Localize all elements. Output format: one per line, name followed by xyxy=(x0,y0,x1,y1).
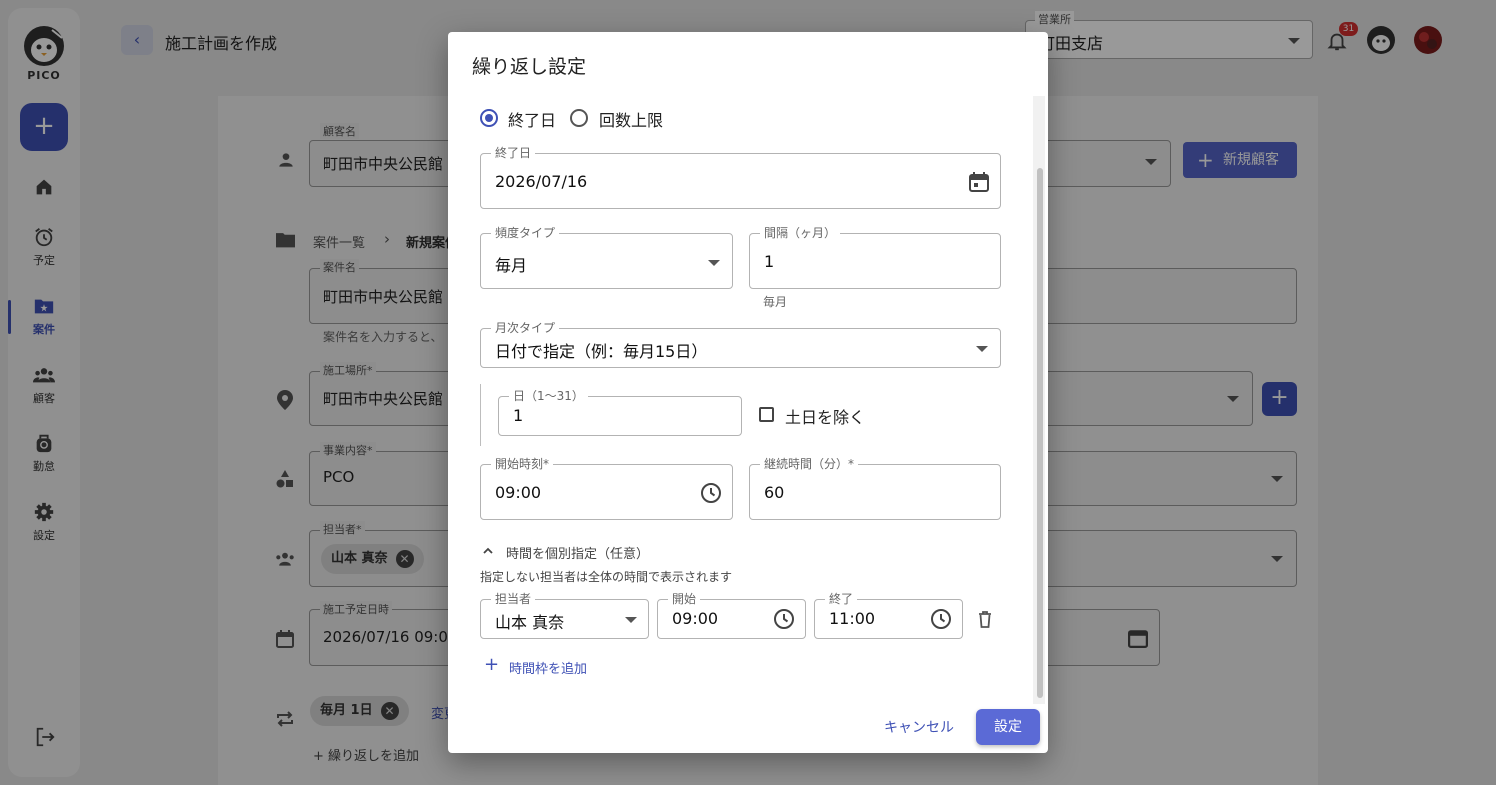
calendar-icon[interactable] xyxy=(967,170,991,194)
end-date-value: 2026/07/16 xyxy=(495,172,588,191)
clock-icon[interactable] xyxy=(699,481,723,505)
slot-start-label: 開始 xyxy=(668,592,701,606)
plus-icon: + xyxy=(484,654,500,675)
slot-assignee-select[interactable]: 担当者 山本 真奈 xyxy=(480,592,649,639)
individual-time-note: 指定しない担当者は全体の時間で表示されます xyxy=(480,570,733,584)
exclude-weekends-label: 土日を除く xyxy=(785,408,866,427)
add-slot-button[interactable]: 時間枠を追加 xyxy=(509,658,587,677)
chevron-down-icon xyxy=(708,260,720,266)
frequency-select[interactable]: 頻度タイプ 毎月 xyxy=(480,226,733,289)
chevron-down-icon xyxy=(976,346,988,352)
frequency-label: 頻度タイプ xyxy=(491,226,560,240)
frequency-value: 毎月 xyxy=(495,256,528,275)
slot-start-value: 09:00 xyxy=(672,609,719,628)
indent-divider xyxy=(480,384,481,446)
chevron-down-icon xyxy=(625,617,637,623)
end-date-radio[interactable] xyxy=(480,109,498,127)
interval-field[interactable]: 間隔（ヶ月） 1 xyxy=(749,226,1001,289)
confirm-button[interactable]: 設定 xyxy=(976,709,1040,745)
end-date-field[interactable]: 終了日 2026/07/16 xyxy=(480,146,1001,209)
slot-assignee-label: 担当者 xyxy=(491,592,536,606)
duration-label: 継続時間（分）* xyxy=(760,457,859,471)
day-value: 1 xyxy=(513,406,524,425)
start-time-label: 開始時刻* xyxy=(491,457,554,471)
slot-assignee-value: 山本 真奈 xyxy=(495,613,565,632)
recurrence-dialog: 繰り返し設定 終了日 回数上限 終了日 2026/07/16 頻度タイプ 毎月 … xyxy=(448,32,1048,753)
count-limit-radio-label: 回数上限 xyxy=(599,111,664,130)
duration-value: 60 xyxy=(764,483,785,502)
monthly-type-value: 日付で指定（例：毎月15日） xyxy=(495,342,708,361)
cancel-button[interactable]: キャンセル xyxy=(884,717,954,737)
day-label: 日（1〜31） xyxy=(509,389,588,403)
slot-start-field[interactable]: 開始 09:00 xyxy=(657,592,806,639)
monthly-type-label: 月次タイプ xyxy=(491,321,560,335)
interval-helper: 毎月 xyxy=(763,295,788,309)
start-time-value: 09:00 xyxy=(495,483,542,502)
slot-end-field[interactable]: 終了 11:00 xyxy=(814,592,963,639)
day-field[interactable]: 日（1〜31） 1 xyxy=(498,389,742,436)
interval-label: 間隔（ヶ月） xyxy=(760,226,841,240)
chevron-up-icon[interactable] xyxy=(482,545,494,557)
exclude-weekends-checkbox[interactable] xyxy=(759,407,774,422)
dialog-title: 繰り返し設定 xyxy=(472,56,587,78)
clock-icon[interactable] xyxy=(929,607,953,631)
monthly-type-select[interactable]: 月次タイプ 日付で指定（例：毎月15日） xyxy=(480,321,1001,368)
slot-end-value: 11:00 xyxy=(829,609,876,628)
individual-time-toggle[interactable]: 時間を個別指定（任意） xyxy=(506,543,649,562)
trash-icon[interactable] xyxy=(976,610,994,628)
end-date-radio-label: 終了日 xyxy=(508,111,557,130)
count-limit-radio[interactable] xyxy=(570,109,588,127)
interval-value: 1 xyxy=(764,252,775,271)
start-time-field[interactable]: 開始時刻* 09:00 xyxy=(480,457,733,520)
end-date-label: 終了日 xyxy=(491,146,536,160)
duration-field[interactable]: 継続時間（分）* 60 xyxy=(749,457,1001,520)
scrollbar-thumb[interactable] xyxy=(1037,168,1043,698)
clock-icon[interactable] xyxy=(772,607,796,631)
slot-end-label: 終了 xyxy=(825,592,858,606)
